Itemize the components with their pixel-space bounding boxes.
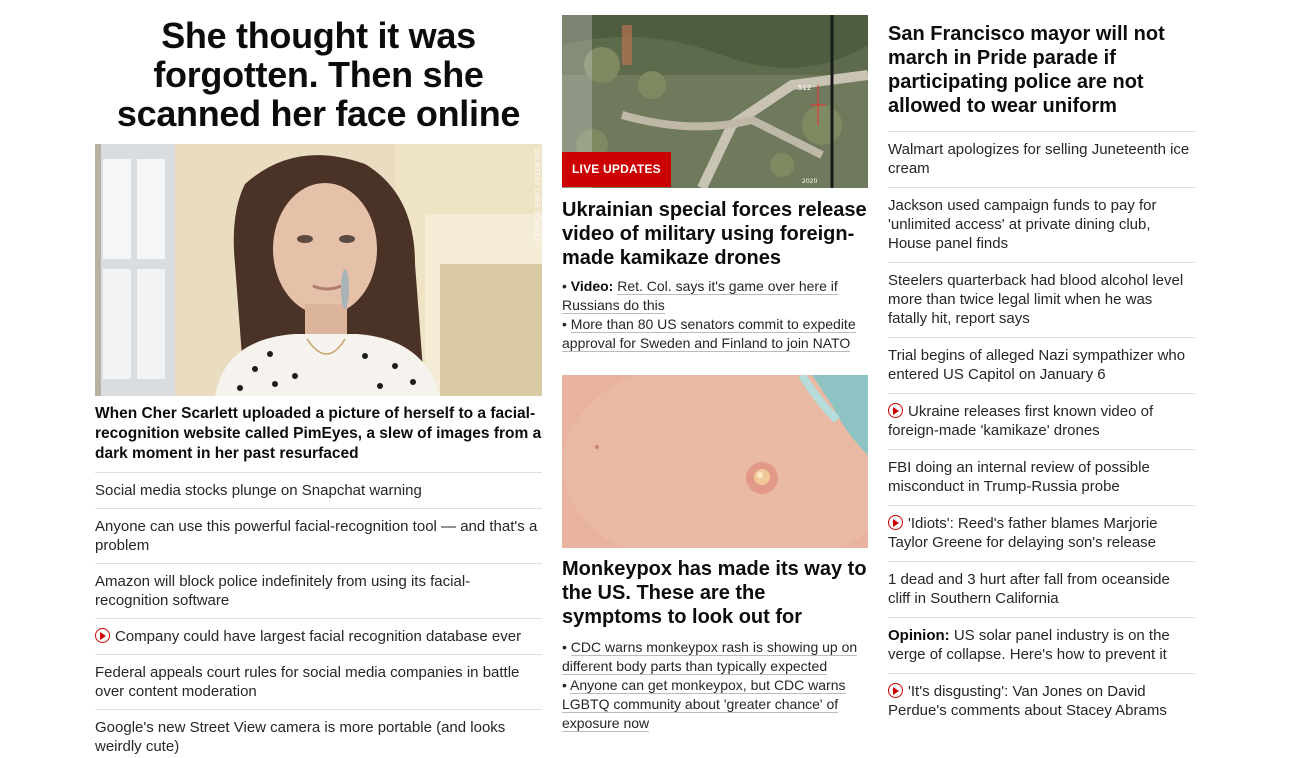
list-item[interactable]: Jackson used campaign funds to pay for '… [888,187,1195,262]
video-play-icon [888,683,903,698]
list-item[interactable]: Federal appeals court rules for social m… [95,654,542,709]
list-item[interactable]: Ukraine releases first known video of fo… [888,393,1195,449]
video-play-icon [888,515,903,530]
video-label: Video: [570,278,614,294]
video-play-icon [95,628,110,643]
lead-story-text[interactable]: When Cher Scarlett uploaded a picture of… [95,404,542,472]
drone-video-thumbnail[interactable]: 512 2020 LIVE UPDATES [562,15,868,188]
ukraine-headline[interactable]: Ukrainian special forces release video o… [562,198,868,270]
photo-credit: COURTESY CHER SCARLETT [533,148,540,247]
list-item[interactable]: Steelers quarterback had blood alcohol l… [888,262,1195,337]
list-item[interactable]: Social media stocks plunge on Snapchat w… [95,472,542,508]
related-stories-list: Social media stocks plunge on Snapchat w… [95,472,542,758]
list-item[interactable]: Walmart apologizes for selling Juneteent… [888,131,1195,187]
left-column: She thought it was forgotten. Then she s… [95,14,542,758]
monkeypox-photo[interactable] [562,375,868,548]
sublink-rash-body-parts[interactable]: CDC warns monkeypox rash is showing up o… [562,639,858,675]
svg-text:2020: 2020 [802,178,817,185]
list-item[interactable]: Opinion: US solar panel industry is on t… [888,617,1195,673]
list-item[interactable]: Anyone can use this powerful facial-reco… [95,508,542,563]
sublink-lgbtq-exposure[interactable]: Anyone can get monkeypox, but CDC warns … [562,677,846,732]
list-item[interactable]: Google's new Street View camera is more … [95,709,542,758]
sf-mayor-headline[interactable]: San Francisco mayor will not march in Pr… [888,14,1195,131]
middle-column: 512 2020 LIVE UPDATES Ukrainian special … [562,15,868,733]
right-stories-list: Walmart apologizes for selling Juneteent… [888,131,1195,729]
sublink-nato-senators[interactable]: More than 80 US senators commit to exped… [562,316,856,352]
monkeypox-sublinks: • CDC warns monkeypox rash is showing up… [562,639,858,732]
list-item[interactable]: Trial begins of alleged Nazi sympathizer… [888,337,1195,393]
list-item[interactable]: Company could have largest facial recogn… [95,618,542,654]
live-updates-badge: LIVE UPDATES [562,152,671,187]
video-play-icon [888,403,903,418]
list-item[interactable]: Amazon will block police indefinitely fr… [95,563,542,618]
svg-text:512: 512 [798,84,811,92]
ukraine-sublinks: • Video: Ret. Col. says it's game over h… [562,278,856,352]
right-column: San Francisco mayor will not march in Pr… [888,14,1195,729]
monkeypox-headline[interactable]: Monkeypox has made its way to the US. Th… [562,557,868,629]
list-item[interactable]: 'It's disgusting': Van Jones on David Pe… [888,673,1195,729]
opinion-label: Opinion: [888,627,950,644]
list-item[interactable]: 1 dead and 3 hurt after fall from oceans… [888,561,1195,617]
main-headline[interactable]: She thought it was forgotten. Then she s… [95,14,542,133]
list-item[interactable]: FBI doing an internal review of possible… [888,449,1195,505]
list-item[interactable]: 'Idiots': Reed's father blames Marjorie … [888,505,1195,561]
hero-photo-cher-scarlett[interactable]: COURTESY CHER SCARLETT [95,144,542,396]
